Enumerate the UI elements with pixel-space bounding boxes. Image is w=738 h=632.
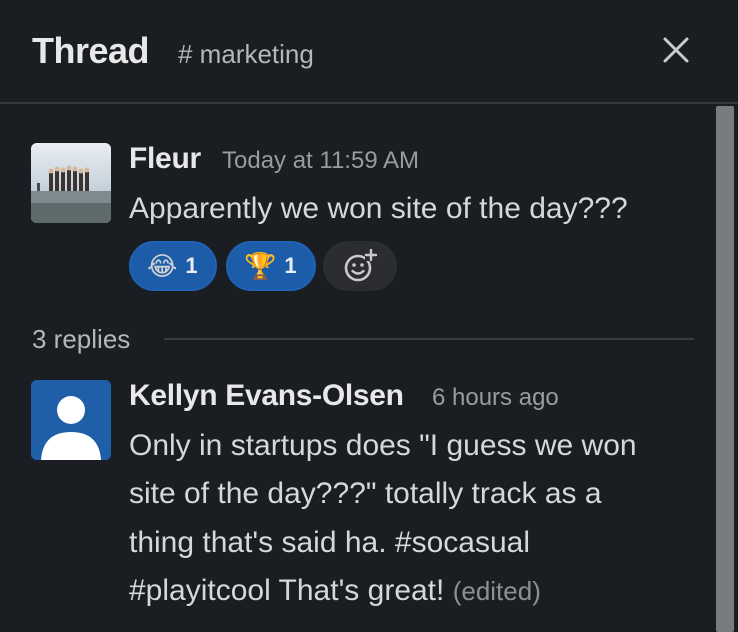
avatar[interactable] (31, 380, 111, 460)
reply-text-line: thing that's said ha. #socasual (129, 526, 530, 559)
thread-header: Thread # marketing (0, 0, 738, 104)
message-author[interactable]: Fleur (129, 142, 201, 176)
reply-text-line: #playitcool That's great! (129, 574, 445, 607)
reply-text-line: site of the day???" totally track as a (129, 477, 602, 510)
reaction-count: 1 (185, 253, 198, 278)
scrollbar-thumb[interactable] (716, 106, 734, 632)
reply-author[interactable]: Kellyn Evans-Olsen (129, 379, 404, 413)
avatar[interactable] (31, 143, 111, 223)
message-timestamp[interactable]: Today at 11:59 AM (222, 147, 419, 175)
reply-timestamp[interactable]: 6 hours ago (432, 384, 559, 412)
reaction-joy[interactable]: 😂 1 (129, 241, 217, 291)
thread-title: Thread (32, 30, 150, 71)
reply-text-line: Only in startups does "I guess we won (129, 429, 637, 462)
default-user-icon (31, 380, 111, 460)
reaction-count: 1 (284, 253, 297, 278)
thread-panel: Thread # marketing Fleur Today at 11:59 … (0, 0, 738, 632)
reaction-trophy[interactable]: 🏆 1 (226, 241, 316, 291)
joy-emoji-icon: 😂 (147, 251, 178, 281)
replies-divider (164, 338, 694, 340)
thread-channel-link[interactable]: # marketing (178, 39, 314, 70)
add-reaction-button[interactable] (323, 241, 397, 291)
replies-count: 3 replies (32, 324, 131, 354)
add-reaction-icon (344, 248, 378, 282)
trophy-emoji-icon: 🏆 (244, 251, 277, 281)
message-text: Apparently we won site of the day??? (129, 192, 628, 225)
edited-label: (edited) (452, 576, 541, 606)
close-icon (663, 37, 689, 63)
group-photo-avatar (31, 143, 111, 223)
close-button[interactable] (656, 30, 696, 70)
reply-text-last-line: #playitcool That's great! (edited) (129, 567, 541, 615)
